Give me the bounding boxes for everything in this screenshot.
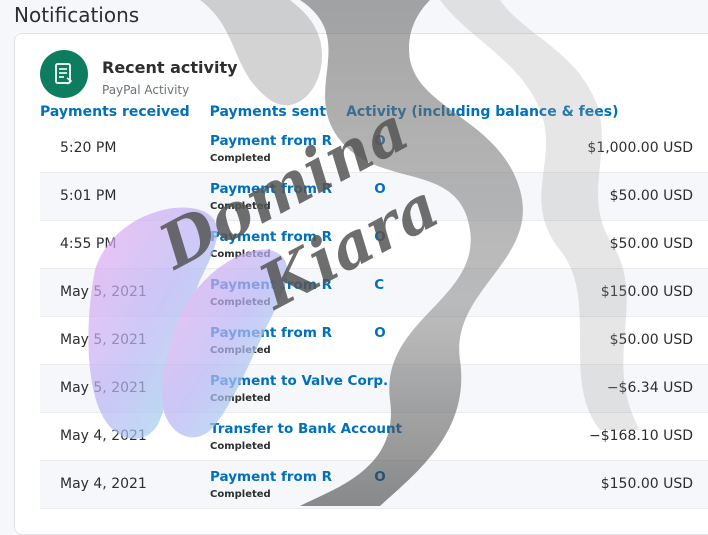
transaction-list: 5:20 PM Payment from R O Completed $1,00… (40, 125, 708, 509)
tab-activity[interactable]: Activity (including balance & fees) (346, 104, 618, 120)
transaction-time: May 4, 2021 (60, 476, 147, 492)
transaction-row[interactable]: May 5, 2021 Payment to Valve Corp. Compl… (40, 365, 708, 413)
transaction-description[interactable]: Payment from R O (210, 229, 386, 245)
transaction-time: May 5, 2021 (60, 284, 147, 300)
transaction-time: 5:01 PM (60, 188, 117, 204)
transaction-row[interactable]: May 4, 2021 Transfer to Bank Account Com… (40, 413, 708, 461)
transaction-description[interactable]: Payment from R O (210, 469, 386, 485)
card-title: Recent activity (102, 58, 238, 77)
transaction-row[interactable]: May 4, 2021 Payment from R O Completed $… (40, 461, 708, 509)
transaction-row[interactable]: 4:55 PM Payment from R O Completed $50.0… (40, 221, 708, 269)
card-subtitle: PayPal Activity (102, 83, 190, 97)
transaction-amount: $150.00 USD (600, 284, 693, 300)
transaction-status: Completed (210, 297, 271, 308)
transaction-amount: $1,000.00 USD (587, 140, 693, 156)
transaction-description[interactable]: Payment from R O (210, 325, 386, 341)
activity-tabs: Payments received Payments sent Activity… (40, 104, 639, 120)
activity-document-icon (40, 50, 88, 98)
transaction-description[interactable]: Transfer to Bank Account (210, 421, 402, 437)
transaction-status: Completed (210, 441, 271, 452)
transaction-amount: $50.00 USD (609, 188, 693, 204)
transaction-row[interactable]: 5:01 PM Payment from R O Completed $50.0… (40, 173, 708, 221)
transaction-status: Completed (210, 201, 271, 212)
transaction-amount: $150.00 USD (600, 476, 693, 492)
recent-activity-card: Recent activity PayPal Activity Payments… (14, 33, 708, 535)
transaction-time: May 5, 2021 (60, 380, 147, 396)
transaction-status: Completed (210, 249, 271, 260)
transaction-time: 4:55 PM (60, 236, 117, 252)
transaction-description[interactable]: Payment to Valve Corp. (210, 373, 388, 389)
tab-payments-received[interactable]: Payments received (40, 104, 190, 120)
transaction-row[interactable]: May 5, 2021 Payment from R C Completed $… (40, 269, 708, 317)
transaction-time: May 5, 2021 (60, 332, 147, 348)
transaction-description[interactable]: Payment from R O (210, 181, 386, 197)
transaction-row[interactable]: 5:20 PM Payment from R O Completed $1,00… (40, 125, 708, 173)
transaction-amount: −$168.10 USD (589, 428, 693, 444)
transaction-status: Completed (210, 345, 271, 356)
tab-payments-sent[interactable]: Payments sent (210, 104, 326, 120)
transaction-row[interactable]: May 5, 2021 Payment from R O Completed $… (40, 317, 708, 365)
transaction-description[interactable]: Payment from R C (210, 277, 384, 293)
transaction-status: Completed (210, 153, 271, 164)
transaction-amount: −$6.34 USD (606, 380, 693, 396)
transaction-description[interactable]: Payment from R O (210, 133, 386, 149)
transaction-amount: $50.00 USD (609, 236, 693, 252)
page-title: Notifications (14, 3, 140, 27)
transaction-time: May 4, 2021 (60, 428, 147, 444)
transaction-amount: $50.00 USD (609, 332, 693, 348)
transaction-time: 5:20 PM (60, 140, 117, 156)
transaction-status: Completed (210, 393, 271, 404)
transaction-status: Completed (210, 489, 271, 500)
